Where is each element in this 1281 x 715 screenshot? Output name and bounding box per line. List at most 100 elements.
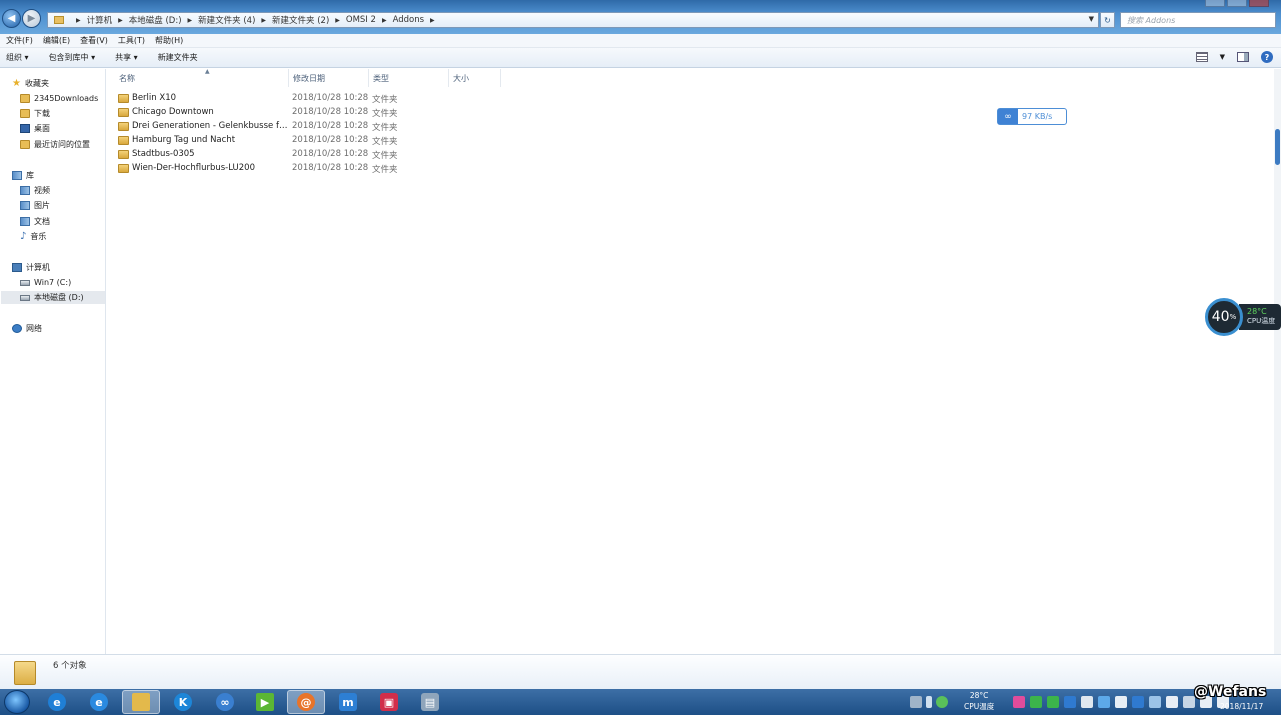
menu-tools[interactable]: 工具(T) <box>118 35 145 46</box>
taskbar-app-grey[interactable]: ▤ <box>411 690 449 714</box>
sidebar-item-documents[interactable]: 文档 <box>20 215 50 228</box>
drive-icon <box>20 294 30 301</box>
sidebar-label: 计算机 <box>26 263 50 272</box>
taskbar-app-red[interactable]: ▣ <box>370 690 408 714</box>
sidebar-favorites[interactable]: ★ 收藏夹 <box>12 77 49 90</box>
cpu-temp-widget[interactable]: 28°C CPU温度 40% <box>1205 298 1281 336</box>
sidebar-item-downloads[interactable]: 下载 <box>20 107 50 120</box>
column-header-type[interactable]: 类型 <box>369 69 449 87</box>
taskbar-baidu-netdisk[interactable]: ∞ <box>206 690 244 714</box>
help-icon[interactable]: ? <box>1261 51 1273 63</box>
sidebar-item-pictures[interactable]: 图片 <box>20 199 50 212</box>
sidebar-item-desktop[interactable]: 桌面 <box>20 122 50 135</box>
taskbar-explorer[interactable] <box>122 690 160 714</box>
vertical-scrollbar[interactable] <box>1274 69 1281 654</box>
breadcrumb-omsi2[interactable]: OMSI 2 <box>346 15 376 25</box>
file-name: Hamburg Tag und Nacht <box>132 135 236 145</box>
taskbar-player[interactable]: ▶ <box>246 690 284 714</box>
sidebar-item-drive-c[interactable]: Win7 (C:) <box>20 276 71 289</box>
chevron-down-icon[interactable]: ▼ <box>1089 15 1094 23</box>
share-button[interactable]: 共享 ▾ <box>115 52 138 63</box>
taskbar-maxthon[interactable]: m <box>329 690 367 714</box>
shield-icon[interactable] <box>1081 696 1093 708</box>
sidebar-item-2345downloads[interactable]: 2345Downloads <box>20 92 98 105</box>
folder-icon <box>54 16 64 24</box>
breadcrumb-folder-2[interactable]: 新建文件夹 (2) <box>272 14 329 26</box>
file-name: Chicago Downtown <box>132 107 214 117</box>
file-row[interactable]: Drei Generationen - Gelenkbusse fue... 2… <box>115 119 515 133</box>
scrollbar-thumb[interactable] <box>1275 129 1280 165</box>
file-type: 文件夹 <box>372 95 398 105</box>
start-button[interactable] <box>4 690 30 714</box>
column-header-size[interactable]: 大小 <box>449 69 501 87</box>
refresh-button[interactable]: ↻ <box>1100 12 1115 28</box>
taskbar-kugou[interactable]: K <box>164 690 202 714</box>
system-tray <box>910 692 948 712</box>
security-icon[interactable] <box>936 696 948 708</box>
tray-cpu-temp[interactable]: 28°C CPU温度 <box>964 690 994 712</box>
sidebar-item-drive-d[interactable]: 本地磁盘 (D:) <box>1 291 105 304</box>
breadcrumb-computer[interactable]: 计算机 <box>87 14 113 26</box>
close-button[interactable] <box>1249 0 1269 7</box>
menu-edit[interactable]: 编辑(E) <box>43 35 70 46</box>
sidebar-label: 文档 <box>34 217 50 226</box>
tray-app-icon[interactable] <box>1047 696 1059 708</box>
taskbar-ie-blue[interactable]: e <box>38 690 76 714</box>
file-row[interactable]: Chicago Downtown 2018/10/28 10:28 文件夹 <box>115 105 515 119</box>
column-header-date[interactable]: 修改日期 <box>289 69 369 87</box>
chevron-down-icon[interactable]: ▼ <box>1220 53 1225 61</box>
minimize-button[interactable] <box>1205 0 1225 7</box>
menu-view[interactable]: 查看(V) <box>80 35 108 46</box>
menu-file[interactable]: 文件(F) <box>6 35 33 46</box>
cpu-panel: 28°C CPU温度 <box>1239 304 1281 330</box>
forward-button[interactable]: ▶ <box>22 9 41 28</box>
sidebar-item-videos[interactable]: 视频 <box>20 184 50 197</box>
sidebar-item-recent-places[interactable]: 最近访问的位置 <box>20 138 90 151</box>
new-folder-button[interactable]: 新建文件夹 <box>158 52 198 63</box>
network-speed-widget[interactable]: ∞ 97 KB/s <box>997 108 1067 125</box>
bluetooth-icon[interactable] <box>1064 696 1076 708</box>
drive-icon <box>20 279 30 286</box>
keyboard-icon[interactable] <box>910 696 922 708</box>
taskbar-ie[interactable]: e <box>80 690 118 714</box>
wechat-icon[interactable] <box>1030 696 1042 708</box>
tray-app-icon[interactable] <box>1132 696 1144 708</box>
back-button[interactable]: ◀ <box>2 9 21 28</box>
file-row[interactable]: Stadtbus-0305 2018/10/28 10:28 文件夹 <box>115 147 515 161</box>
column-header-name[interactable]: ▲ 名称 <box>115 68 289 87</box>
include-in-library-button[interactable]: 包含到库中 ▾ <box>49 52 96 63</box>
chevron-right-icon: ▶ <box>430 16 435 24</box>
taskbar-app-orange[interactable]: @ <box>287 690 325 714</box>
tray-app-icon[interactable] <box>1013 696 1025 708</box>
file-date: 2018/10/28 10:28 <box>292 93 369 103</box>
file-row[interactable]: Berlin X10 2018/10/28 10:28 文件夹 <box>115 91 515 105</box>
sidebar-computer[interactable]: 计算机 <box>12 261 50 274</box>
item-count: 6 个对象 <box>53 661 87 671</box>
tray-app-icon[interactable] <box>1149 696 1161 708</box>
menu-help[interactable]: 帮助(H) <box>155 35 183 46</box>
tray-icon[interactable] <box>926 696 932 708</box>
breadcrumb-addons[interactable]: Addons <box>393 15 424 25</box>
kugou-icon: K <box>174 693 192 711</box>
breadcrumb-folder-4[interactable]: 新建文件夹 (4) <box>198 14 255 26</box>
sidebar-label: 2345Downloads <box>34 94 99 103</box>
tray-app-icon[interactable] <box>1098 696 1110 708</box>
tray-temp-value: 28°C <box>969 691 989 700</box>
sidebar-label: 下载 <box>34 109 50 118</box>
tray-app-icon[interactable] <box>1115 696 1127 708</box>
sidebar-libraries[interactable]: 库 <box>12 169 34 182</box>
breadcrumb-drive-d[interactable]: 本地磁盘 (D:) <box>129 14 182 26</box>
file-row[interactable]: Hamburg Tag und Nacht 2018/10/28 10:28 文… <box>115 133 515 147</box>
preview-pane-icon[interactable] <box>1237 52 1249 62</box>
address-bar[interactable]: ▶ 计算机 ▶ 本地磁盘 (D:) ▶ 新建文件夹 (4) ▶ 新建文件夹 (2… <box>47 12 1099 28</box>
organize-button[interactable]: 组织 ▾ <box>6 52 29 63</box>
column-label: 大小 <box>453 73 469 83</box>
file-row[interactable]: Wien-Der-Hochflurbus-LU200 2018/10/28 10… <box>115 161 515 175</box>
search-input[interactable]: 搜索 Addons <box>1120 12 1276 28</box>
tray-app-icon[interactable] <box>1166 696 1178 708</box>
sidebar-network[interactable]: 网络 <box>12 322 42 335</box>
view-options-icon[interactable] <box>1195 52 1208 62</box>
percent-unit: % <box>1229 313 1237 321</box>
sidebar-item-music[interactable]: ♪ 音乐 <box>20 230 46 243</box>
maximize-button[interactable] <box>1227 0 1247 7</box>
